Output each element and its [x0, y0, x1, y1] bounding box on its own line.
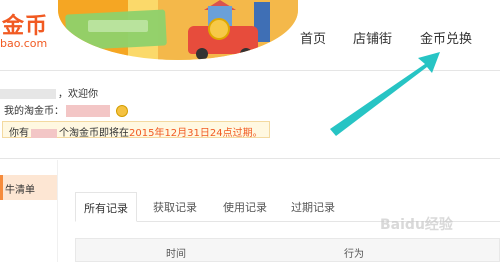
balance-label: 我的淘金币： [4, 106, 64, 117]
username-redacted [0, 89, 56, 99]
expiry-notice: 你有 个淘金币即将在2015年12月31日24点过期。 [2, 121, 270, 139]
logo-domain: bao.com [0, 37, 48, 50]
expiry-date: 2015年12月31日24点过期。 [129, 128, 263, 139]
tab-earned-records[interactable]: 获取记录 [145, 192, 205, 222]
banner-coin-icon [208, 18, 230, 40]
tab-used-records[interactable]: 使用记录 [215, 192, 275, 222]
logo-text: 金币 [2, 14, 49, 39]
column-time: 时间 [166, 249, 186, 260]
sidebar-item-list[interactable]: 牛清单 [0, 175, 57, 200]
coin-icon [116, 105, 128, 117]
section-divider [0, 158, 500, 159]
sidebar-border [57, 160, 58, 262]
welcome-message: ，欢迎你 [0, 85, 98, 100]
tab-expired-records[interactable]: 过期记录 [283, 192, 343, 222]
balance-value-redacted [66, 105, 110, 117]
nav-coin-exchange[interactable]: 金币兑换 [420, 28, 472, 47]
nav-shop-street[interactable]: 店铺街 [353, 28, 392, 47]
watermark: Baidu经验 [380, 217, 453, 233]
logo[interactable]: 金币 bao.com [0, 4, 60, 54]
nav-home[interactable]: 首页 [300, 28, 326, 47]
expiring-count-redacted [31, 128, 57, 138]
coin-balance: 我的淘金币： [4, 102, 128, 117]
promo-banner[interactable] [58, 0, 298, 60]
header-divider [0, 70, 500, 71]
tab-all-records[interactable]: 所有记录 [75, 192, 137, 222]
records-table-header: 时间 行为 [75, 238, 500, 262]
column-action: 行为 [344, 249, 364, 260]
